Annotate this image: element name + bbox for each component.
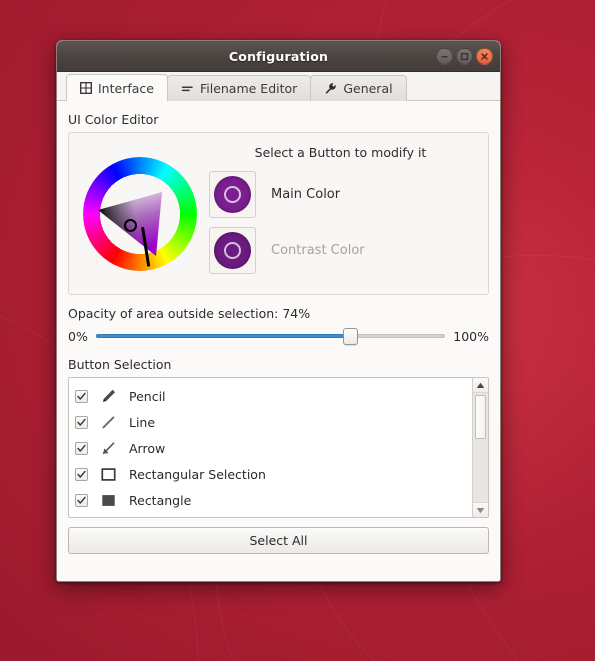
check-icon [77, 392, 86, 400]
minimize-icon [441, 55, 448, 57]
interface-tab-panel: UI Color Editor Select a Button to modif… [57, 101, 500, 581]
close-button[interactable] [476, 47, 493, 65]
chevron-down-icon [476, 507, 485, 513]
slider-thumb[interactable] [343, 327, 358, 345]
wrench-icon [324, 82, 337, 95]
list-items: Pencil Line Arrow Rectangular Selection … [69, 378, 472, 517]
saturation-value-triangle[interactable] [96, 170, 184, 258]
configuration-dialog: Configuration Interface Filename Editor … [56, 40, 501, 582]
scroll-up-button[interactable] [473, 378, 488, 393]
line-icon [98, 412, 118, 432]
contrast-color-row: Contrast Color [203, 226, 478, 274]
tab-interface[interactable]: Interface [66, 74, 168, 102]
list-item[interactable]: Pencil [75, 383, 472, 409]
checkbox-arrow[interactable] [75, 441, 88, 455]
opacity-slider-row: 0% 100% [68, 327, 489, 345]
check-icon [77, 418, 86, 426]
button-selection-list: Pencil Line Arrow Rectangular Selection … [68, 377, 489, 518]
list-item[interactable]: Line [75, 409, 472, 435]
list-item-label: Rectangular Selection [129, 466, 266, 482]
close-icon [481, 52, 488, 60]
rectangle-icon [98, 490, 118, 510]
tab-general-label: General [343, 81, 393, 96]
select-button-hint: Select a Button to modify it [254, 144, 427, 160]
scrollbar-trough[interactable] [473, 393, 488, 502]
window-controls [436, 41, 493, 71]
check-icon [77, 470, 86, 478]
check-icon [77, 444, 86, 452]
contrast-color-button[interactable] [209, 226, 256, 274]
swatch-ring-icon [224, 185, 241, 203]
check-icon [77, 496, 86, 504]
equals-icon [181, 83, 194, 95]
tab-interface-label: Interface [98, 80, 154, 96]
list-item-label: Line [129, 414, 156, 430]
tab-bar: Interface Filename Editor General [57, 72, 500, 102]
main-color-row: Main Color [203, 170, 478, 218]
ui-color-editor-panel: Select a Button to modify it Main Color [68, 132, 489, 295]
interface-grid-icon [80, 82, 92, 94]
list-item-label: Rectangle [129, 492, 192, 508]
main-color-button[interactable] [209, 170, 256, 218]
opacity-slider[interactable] [95, 327, 446, 345]
desktop-background: Configuration Interface Filename Editor … [0, 0, 595, 661]
list-item-label: Arrow [129, 440, 166, 456]
opacity-max-label: 100% [453, 328, 489, 344]
list-item[interactable]: Circle [75, 513, 472, 517]
opacity-min-label: 0% [68, 328, 88, 344]
tab-general[interactable]: General [310, 75, 407, 101]
button-selection-block: Button Selection Pencil Line Arrow Recta… [68, 357, 489, 554]
main-color-label: Main Color [271, 186, 341, 202]
checkbox-line[interactable] [75, 415, 88, 429]
chevron-up-icon [476, 382, 485, 388]
checkbox-pencil[interactable] [75, 389, 88, 403]
tab-filename-editor-label: Filename Editor [199, 81, 298, 96]
rectangular-selection-icon [98, 464, 118, 484]
window-titlebar[interactable]: Configuration [57, 41, 500, 72]
pencil-icon [98, 386, 118, 406]
list-item[interactable]: Arrow [75, 435, 472, 461]
checkbox-rectangle[interactable] [75, 493, 88, 507]
opacity-setting: Opacity of area outside selection: 74% 0… [68, 306, 489, 345]
window-title: Configuration [228, 48, 329, 64]
color-buttons-column: Select a Button to modify it Main Color [197, 145, 478, 283]
arrow-icon [98, 438, 118, 458]
color-selection-marker[interactable] [124, 218, 137, 232]
tab-filename-editor[interactable]: Filename Editor [166, 75, 312, 101]
minimize-button[interactable] [436, 47, 453, 65]
list-item[interactable]: Rectangle [75, 487, 472, 513]
list-item-label: Pencil [129, 388, 166, 404]
color-wheel[interactable] [83, 156, 197, 271]
slider-fill [95, 334, 351, 338]
scroll-down-button[interactable] [473, 502, 488, 517]
contrast-color-label: Contrast Color [271, 242, 365, 258]
main-color-swatch [214, 175, 251, 213]
maximize-button[interactable] [456, 47, 473, 65]
select-all-button[interactable]: Select All [68, 527, 489, 554]
maximize-icon [460, 52, 469, 60]
checkbox-rectangular-selection[interactable] [75, 467, 88, 481]
circle-icon [98, 516, 118, 517]
button-selection-label: Button Selection [68, 357, 172, 372]
list-item[interactable]: Rectangular Selection [75, 461, 472, 487]
swatch-ring-icon [224, 241, 241, 259]
ui-color-editor-label: UI Color Editor [68, 112, 159, 127]
scrollbar-thumb[interactable] [475, 395, 486, 439]
opacity-label: Opacity of area outside selection: 74% [68, 306, 311, 321]
list-scrollbar[interactable] [472, 378, 488, 517]
contrast-color-swatch [214, 231, 251, 269]
